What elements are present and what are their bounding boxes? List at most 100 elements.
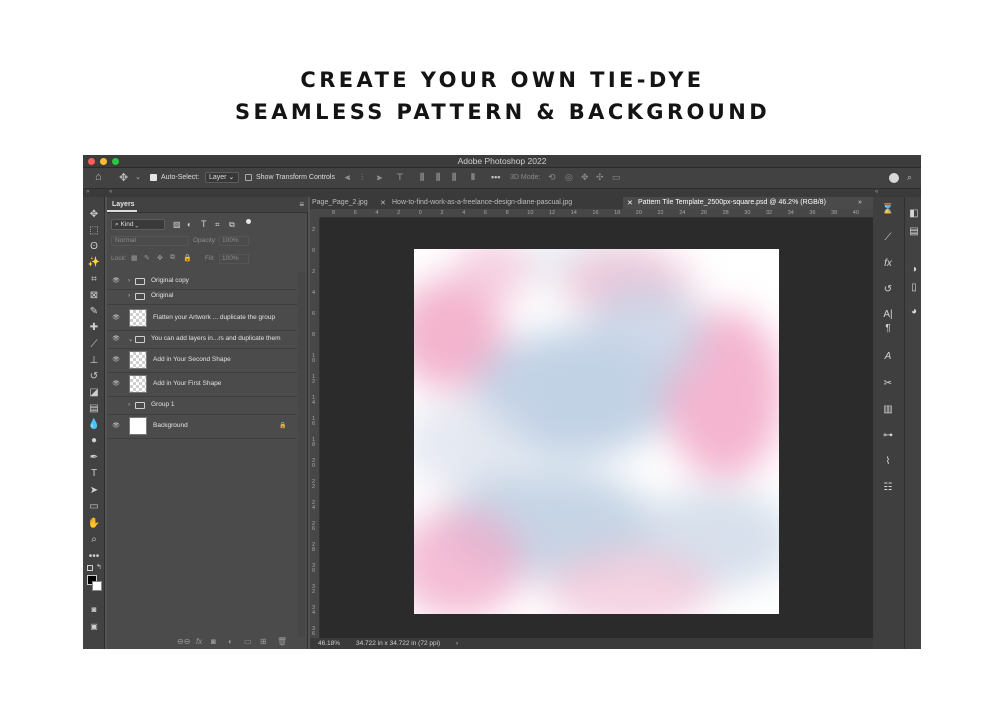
eraser-tool-icon[interactable]: ◪	[87, 386, 101, 400]
chevron-right-icon[interactable]: ›	[128, 277, 130, 284]
type-tool-icon[interactable]: T	[87, 467, 101, 481]
add-mask-icon[interactable]: ◙	[211, 637, 216, 646]
rectangle-tool-icon[interactable]: ▭	[87, 500, 101, 514]
visibility-eye-icon[interactable]: 👁	[111, 277, 121, 284]
new-group-icon[interactable]: ▭	[244, 637, 252, 646]
visibility-eye-icon[interactable]: 👁	[111, 314, 121, 321]
gradient-tool-icon[interactable]: ▤	[87, 402, 101, 416]
layer-row[interactable]: › Original	[107, 289, 297, 303]
blend-mode-dropdown[interactable]: Normal	[111, 236, 189, 246]
new-layer-icon[interactable]: ⊞	[260, 637, 267, 646]
dodge-tool-icon[interactable]: ●	[87, 434, 101, 448]
panel-menu-icon[interactable]: ≡	[299, 200, 304, 209]
align-top-icon[interactable]: ⊤	[396, 172, 404, 183]
layer-row[interactable]: 👁 › Original copy	[107, 274, 297, 288]
distribute-bottom-icon[interactable]: ⫼	[452, 172, 456, 183]
lock-position-icon[interactable]: ✥	[157, 254, 163, 262]
swatches-panel-icon[interactable]: ▥	[881, 403, 895, 417]
screen-mode-icon[interactable]: ▣	[87, 620, 101, 634]
libraries-panel-icon[interactable]: ▤	[907, 225, 921, 239]
collapse-right-icon[interactable]: «	[875, 189, 878, 195]
search-icon[interactable]: ⌕	[907, 172, 912, 183]
more-tools-icon[interactable]: •••	[87, 550, 101, 564]
tool-presets-panel-icon[interactable]: ✂	[881, 377, 895, 391]
fill-field[interactable]: 100%	[219, 254, 249, 264]
crop-tool-icon[interactable]: ⌗	[87, 273, 101, 287]
default-colors-icon[interactable]	[87, 565, 93, 571]
tab-document-1[interactable]: Page_Page_2.jpg	[312, 199, 368, 206]
glyphs-panel-icon[interactable]: A	[881, 350, 895, 364]
layer-style-icon[interactable]: fx	[196, 637, 202, 646]
delete-layer-icon[interactable]: 🗑	[277, 637, 287, 646]
channels-panel-icon[interactable]: ◑	[907, 263, 921, 277]
transform-controls-checkbox[interactable]	[245, 174, 252, 181]
background-color-swatch[interactable]	[92, 581, 102, 591]
move-tool-icon[interactable]: ✥	[119, 171, 128, 184]
brush-panel-icon[interactable]: ⟋	[881, 231, 895, 245]
filter-pixel-icon[interactable]: ▨	[173, 220, 181, 229]
lock-icon[interactable]: 🔒	[279, 422, 286, 429]
path-selection-tool-icon[interactable]: ➤	[87, 484, 101, 498]
layer-row[interactable]: 👁 Add in Your Second Shape	[107, 349, 297, 371]
tab-layers[interactable]: Layers	[112, 201, 135, 208]
pen-tool-icon[interactable]: ✒	[87, 451, 101, 465]
quick-mask-icon[interactable]: ◙	[87, 603, 101, 617]
clone-stamp-tool-icon[interactable]: ⊥	[87, 354, 101, 368]
chevron-right-icon[interactable]: ›	[128, 401, 130, 408]
adjustments-panel-icon[interactable]: ⊶	[881, 429, 895, 443]
filter-smart-object-icon[interactable]: ⧉	[229, 220, 235, 230]
styles-panel-icon[interactable]: fx	[881, 257, 895, 271]
filter-type-icon[interactable]: T	[201, 219, 207, 229]
lock-pixels-icon[interactable]: ✎	[144, 254, 150, 262]
3d-slide-icon[interactable]: ✣	[596, 172, 604, 183]
layer-row[interactable]: › Group 1	[107, 397, 297, 413]
align-center-icon[interactable]: ⫶	[361, 172, 363, 183]
lasso-tool-icon[interactable]: ʘ	[87, 240, 101, 254]
tab-document-3-active[interactable]: Pattern Tile Template_2500px-square.psd …	[638, 199, 826, 206]
magic-wand-tool-icon[interactable]: ✨	[87, 256, 101, 270]
visibility-eye-icon[interactable]: 👁	[111, 380, 121, 387]
close-tab-icon[interactable]: ✕	[627, 199, 633, 207]
layer-row[interactable]: 👁 ⌄ You can add layers in...rs and duplica…	[107, 331, 297, 347]
collapse-left-icon[interactable]: »	[86, 189, 89, 195]
swap-colors-icon[interactable]: ↰	[96, 563, 102, 571]
move-tool-icon[interactable]: ✥	[87, 208, 101, 222]
lock-transparency-icon[interactable]: ▦	[131, 254, 138, 262]
auto-select-checkbox[interactable]	[150, 174, 157, 181]
adjustment-layer-icon[interactable]: ◐	[228, 637, 233, 646]
filter-shape-icon[interactable]: ⌗	[215, 220, 220, 230]
healing-brush-tool-icon[interactable]: ✚	[87, 321, 101, 335]
distribute-center-icon[interactable]: ⫼	[436, 172, 440, 183]
actions-panel-icon[interactable]: ↺	[881, 283, 895, 297]
filter-toggle-icon[interactable]	[246, 219, 251, 224]
chevron-right-icon[interactable]: ›	[128, 292, 130, 299]
close-tab-icon[interactable]: ✕	[380, 199, 386, 207]
home-icon[interactable]: ⌂	[95, 171, 102, 183]
tab-document-2[interactable]: How-to-find-work-as-a-freelance-design-d…	[392, 199, 572, 206]
zoom-level[interactable]: 46.18%	[318, 640, 340, 647]
eyedropper-tool-icon[interactable]: ✎	[87, 305, 101, 319]
more-tabs-icon[interactable]: »	[858, 199, 862, 206]
visibility-eye-icon[interactable]: 👁	[111, 422, 121, 429]
distribute-horizontal-icon[interactable]: ⦀	[471, 172, 475, 183]
frame-tool-icon[interactable]: ⊠	[87, 289, 101, 303]
color-panel-icon[interactable]: ◧	[907, 207, 921, 221]
align-right-icon[interactable]: ⫸	[377, 172, 382, 183]
status-expand-icon[interactable]: ›	[456, 640, 458, 647]
filter-kind-dropdown[interactable]: ⌕ Kind ⌄	[111, 219, 165, 230]
3d-orbit-icon[interactable]: ⟲	[548, 172, 556, 183]
opacity-field[interactable]: 100%	[219, 236, 249, 246]
paragraph-panel-icon[interactable]: ¶	[881, 322, 895, 336]
paths-panel-icon[interactable]: ⌇	[881, 455, 895, 469]
history-brush-tool-icon[interactable]: ↺	[87, 370, 101, 384]
distribute-icon[interactable]: ⫼	[420, 172, 424, 183]
layer-row[interactable]: 👁 Add in Your First Shape	[107, 373, 297, 395]
marquee-tool-icon[interactable]: ⬚	[87, 224, 101, 238]
more-options-icon[interactable]: •••	[491, 172, 500, 182]
filter-adjustment-icon[interactable]: ◐	[187, 220, 192, 229]
auto-select-dropdown[interactable]: Layer ⌄	[205, 172, 239, 183]
profile-icon[interactable]	[889, 173, 899, 183]
layers-panel-icon[interactable]: ▯	[907, 281, 921, 295]
link-layers-icon[interactable]: ⊖⊖	[177, 637, 190, 646]
chevron-down-icon[interactable]: ⌄	[135, 173, 141, 181]
